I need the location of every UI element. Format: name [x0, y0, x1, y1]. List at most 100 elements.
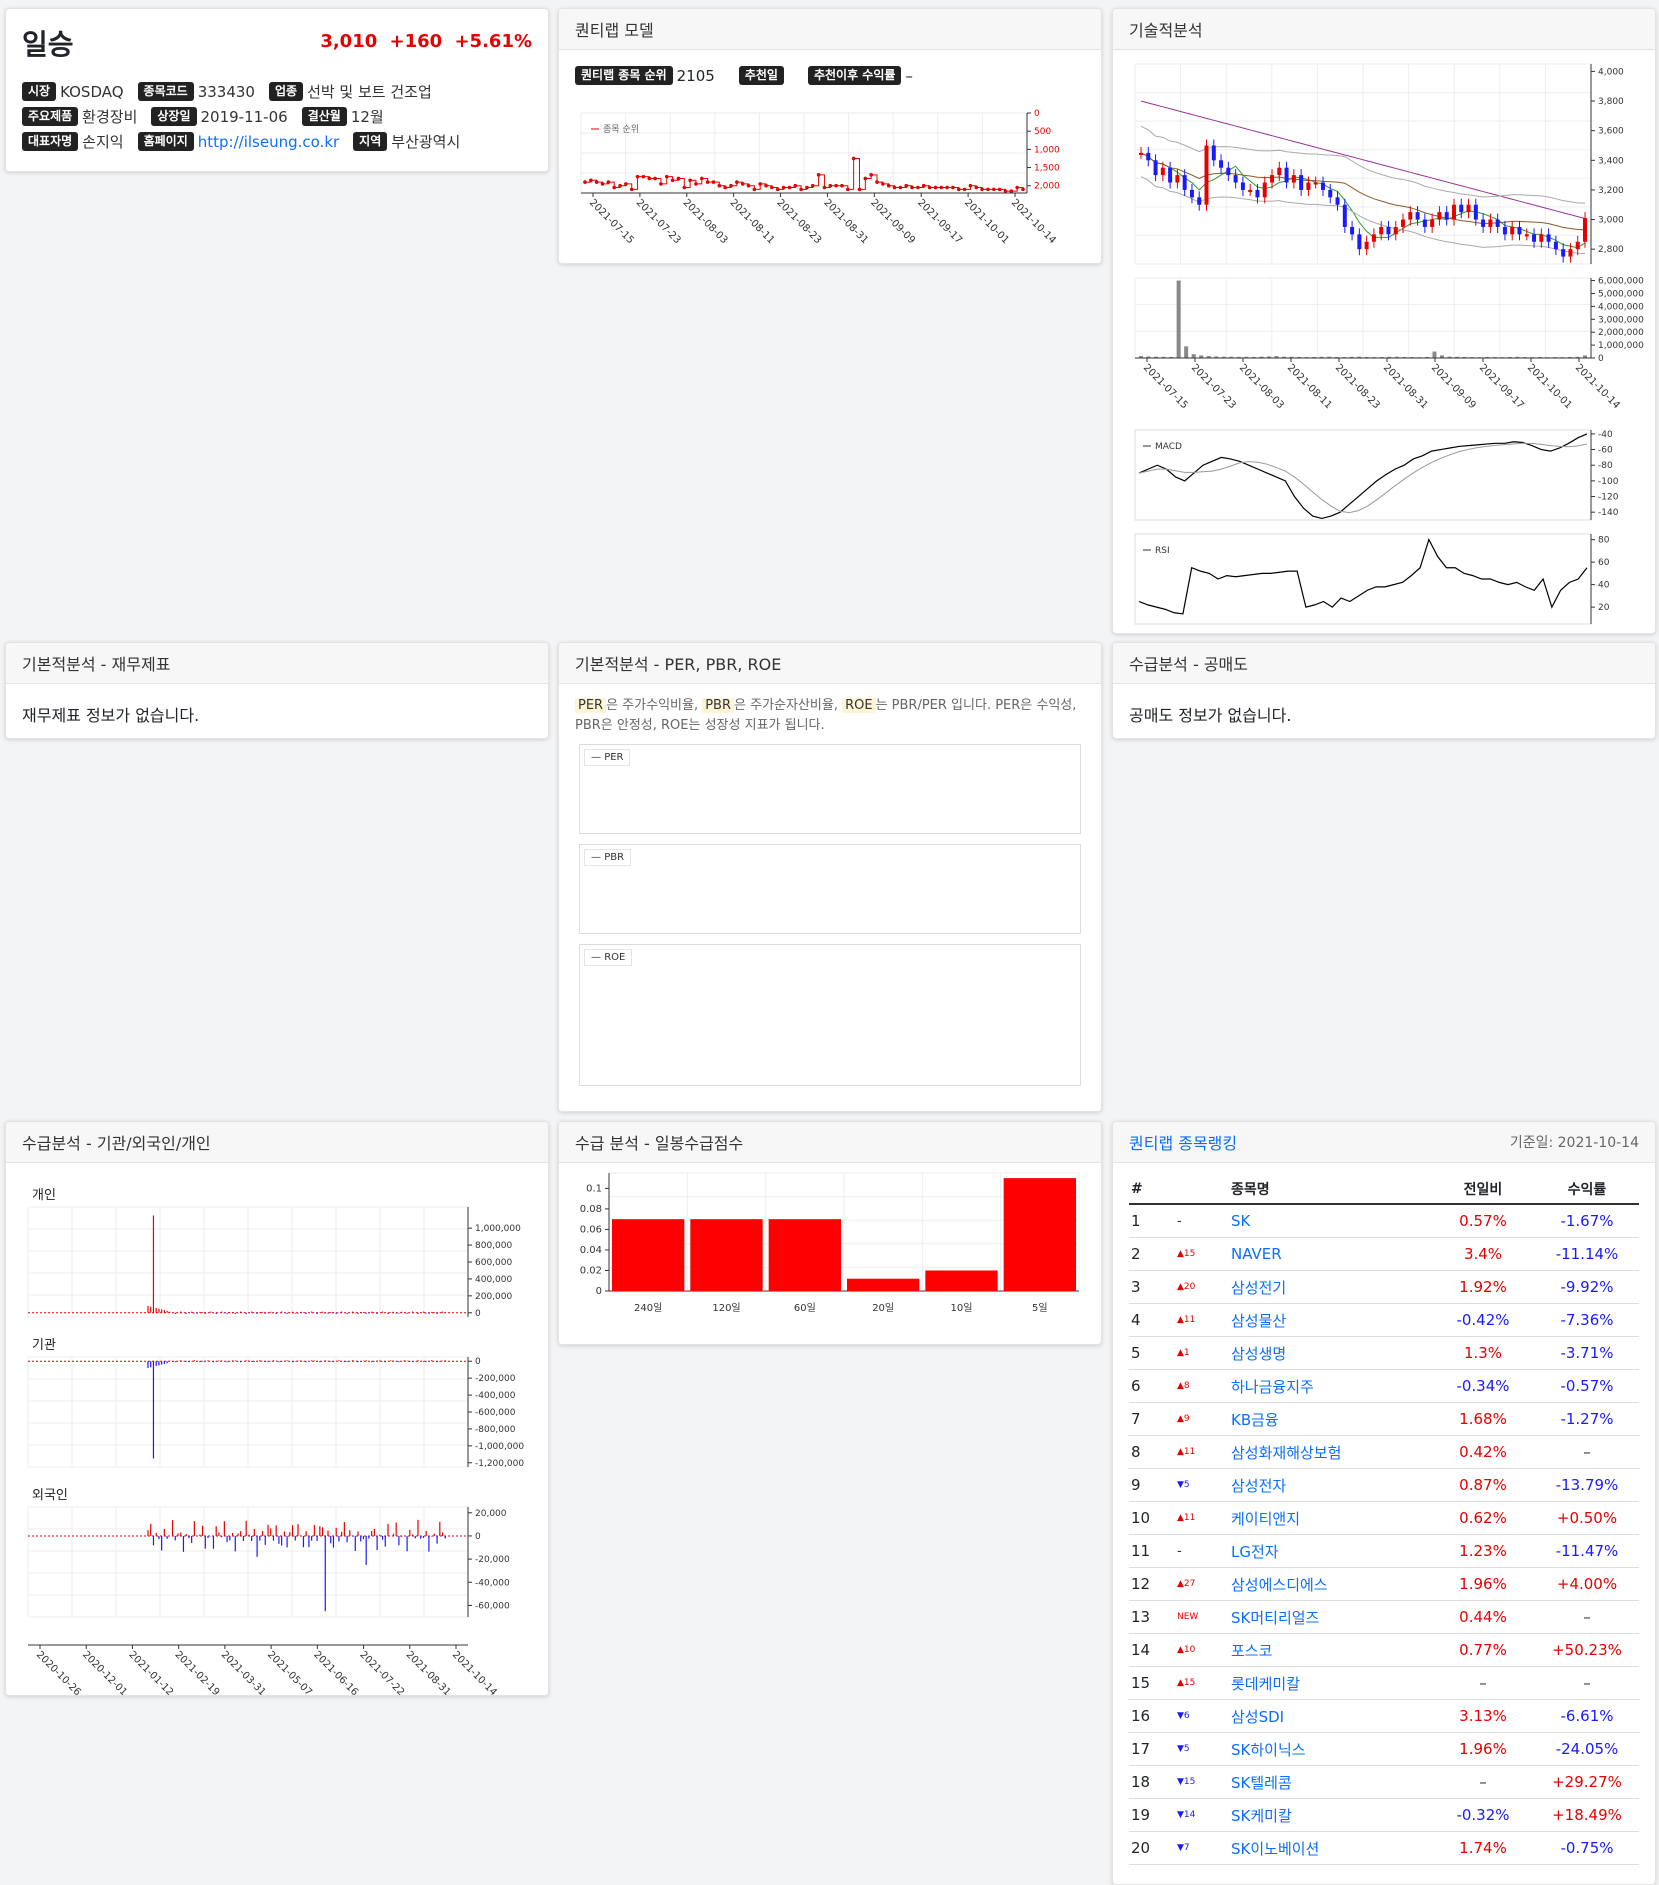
score-bar	[612, 1219, 685, 1291]
rank-movement: ▲8	[1175, 1369, 1229, 1403]
rank-stock-link[interactable]: SK	[1229, 1204, 1431, 1238]
x-tick-label: 2021-09-09	[868, 197, 917, 246]
y-tick-label: -40,000	[475, 1578, 510, 1588]
daily-score-chart: 0 0.02 0.04 0.06 0.08 0.1 240일 120일 60일 20일 10일 5일	[580, 1172, 1080, 1314]
candle	[1488, 219, 1493, 227]
ranking-row[interactable]: 2 ▲15 NAVER 3.4% -11.14%	[1129, 1237, 1639, 1271]
rank-stock-link[interactable]: 삼성물산	[1229, 1303, 1431, 1337]
rank-stock-link[interactable]: SK텔레콤	[1229, 1765, 1431, 1799]
candle	[1524, 234, 1529, 237]
ranking-row[interactable]: 9 ▼5 삼성전자 0.87% -13.79%	[1129, 1468, 1639, 1502]
y-tick-label: 2,800	[1598, 245, 1624, 255]
ranking-row[interactable]: 10 ▲11 케이티앤지 0.62% +0.50%	[1129, 1501, 1639, 1535]
ranking-row[interactable]: 11- LG전자 1.23% -11.47%	[1129, 1534, 1639, 1568]
card-header: 기본적분석 - 재무제표	[6, 643, 548, 684]
rank-point	[758, 182, 762, 186]
rank-badge: 퀀티랩 종목 순위	[575, 66, 673, 85]
info-label: 대표자명	[22, 132, 79, 151]
return-badge: 추천이후 수익률	[807, 66, 902, 85]
ranking-row[interactable]: 5 ▲1 삼성생명 1.3% -3.71%	[1129, 1336, 1639, 1370]
y-tick-label: 0.02	[580, 1265, 602, 1276]
info-value: 2019-11-06	[200, 107, 288, 126]
candle	[1430, 219, 1435, 227]
rank-point	[764, 183, 768, 188]
rank-stock-link[interactable]: 케이티앤지	[1229, 1501, 1431, 1535]
rank-stock-link[interactable]: SK이노베이션	[1229, 1831, 1431, 1865]
ranking-row[interactable]: 6 ▲8 하나금융지주 -0.34% -0.57%	[1129, 1369, 1639, 1403]
rank-point	[711, 180, 716, 184]
ranking-title[interactable]: 퀀티랩 종목랭킹	[1129, 1130, 1237, 1154]
rank-point	[653, 176, 657, 181]
y-tick-label: -60,000	[475, 1601, 510, 1611]
y-tick-label: -1,200,000	[475, 1459, 524, 1469]
ranking-row[interactable]: 15 ▲15 롯데케미칼 – –	[1129, 1666, 1639, 1700]
rank-stock-link[interactable]: 삼성에스디에스	[1229, 1567, 1431, 1601]
candle	[1466, 204, 1471, 213]
homepage-link[interactable]: http://ilseung.co.kr	[198, 133, 339, 151]
info-value: 12월	[350, 108, 384, 126]
x-tick-label: 2021-09-17	[1477, 362, 1526, 411]
rank-stock-link[interactable]: 삼성전기	[1229, 1270, 1431, 1304]
ranking-row[interactable]: 17 ▼5 SK하이닉스 1.96% -24.05%	[1129, 1732, 1639, 1766]
ratio-panels: — PER — PBR — ROE	[559, 744, 1101, 1086]
ranking-row[interactable]: 8 ▲11 삼성화재해상보험 0.42% –	[1129, 1435, 1639, 1469]
rank-stock-link[interactable]: 포스코	[1229, 1633, 1431, 1667]
x-tick-label: 2021-08-31	[1381, 362, 1430, 411]
rank-daily-change: 0.42%	[1431, 1435, 1535, 1469]
candle	[1408, 212, 1413, 220]
rank-point	[729, 183, 733, 188]
rank-stock-link[interactable]: SK하이닉스	[1229, 1732, 1431, 1766]
rank-stock-link[interactable]: SK케미칼	[1229, 1798, 1431, 1832]
y-tick-label: -140	[1598, 508, 1619, 518]
rank-stock-link[interactable]: 하나금융지주	[1229, 1369, 1431, 1403]
y-tick-label: -80	[1598, 461, 1613, 471]
ranking-row[interactable]: 20 ▼7 SK이노베이션 1.74% -0.75%	[1129, 1831, 1639, 1865]
x-tick-label: 2021-10-14	[450, 1649, 499, 1696]
y-tick-label: 2,000,000	[1598, 328, 1644, 338]
rank-chart: 05001,0001,5002,000종목 순위2021-07-152021-0…	[580, 109, 1060, 246]
ranking-row[interactable]: 14 ▲10 포스코 0.77% +50.23%	[1129, 1633, 1639, 1667]
ranking-row[interactable]: 16 ▼6 삼성SDI 3.13% -6.61%	[1129, 1699, 1639, 1733]
ranking-row[interactable]: 12 ▲27 삼성에스디에스 1.96% +4.00%	[1129, 1567, 1639, 1601]
candle	[1299, 175, 1304, 190]
candle	[1459, 204, 1464, 213]
candle	[1481, 219, 1486, 227]
rank-stock-link[interactable]: 롯데케미칼	[1229, 1666, 1431, 1700]
y-tick-label: 3,000	[1598, 216, 1624, 226]
y-tick-label: 0	[475, 1309, 481, 1319]
candle	[1546, 234, 1551, 242]
quantilab-model-card: 퀀티랩 모델 퀀티랩 종목 순위 2105 추천일 추천이후 수익률 – 0 50…	[558, 8, 1102, 264]
return-value: –	[905, 66, 913, 85]
ranking-row[interactable]: 19 ▼14 SK케미칼 -0.32% +18.49%	[1129, 1798, 1639, 1832]
y-tick-label: 4,000	[1598, 67, 1624, 77]
candle	[1146, 152, 1151, 161]
rank-stock-link[interactable]: 삼성화재해상보험	[1229, 1435, 1431, 1469]
candle	[1393, 226, 1398, 235]
rank-point	[945, 185, 949, 190]
rank-stock-link[interactable]: 삼성생명	[1229, 1336, 1431, 1370]
x-tick-label: 2021-03-31	[219, 1649, 268, 1696]
ratio-term: ROE	[842, 698, 876, 713]
ranking-row[interactable]: 3 ▲20 삼성전기 1.92% -9.92%	[1129, 1270, 1639, 1304]
rank-stock-link[interactable]: 삼성SDI	[1229, 1699, 1431, 1733]
rank-stock-link[interactable]: NAVER	[1229, 1237, 1431, 1271]
ranking-row[interactable]: 7 ▲9 KB금융 1.68% -1.27%	[1129, 1402, 1639, 1436]
rank-point	[810, 183, 815, 188]
rank-point	[834, 183, 838, 188]
rank-movement: ▼7	[1175, 1831, 1229, 1865]
investor-chart: 개인 0 200,000 400,000 600,000 800,000 1,000,000…	[27, 1188, 524, 1696]
rank-stock-link[interactable]: SK머티리얼즈	[1229, 1600, 1431, 1634]
candle	[1401, 219, 1406, 227]
rank-stock-link[interactable]: LG전자	[1229, 1534, 1431, 1568]
x-tick-label: 10일	[951, 1302, 973, 1314]
ranking-row[interactable]: 1- SK 0.57% -1.67%	[1129, 1204, 1639, 1238]
rank-stock-link[interactable]: KB금융	[1229, 1402, 1431, 1436]
rank-point	[968, 183, 973, 188]
ranking-row[interactable]: 13 NEW SK머티리얼즈 0.44% –	[1129, 1600, 1639, 1634]
ranking-row[interactable]: 4 ▲11 삼성물산 -0.42% -7.36%	[1129, 1303, 1639, 1337]
ranking-row[interactable]: 18 ▼15 SK텔레콤 – +29.27%	[1129, 1765, 1639, 1799]
info-item: 업종 선박 및 보트 건조업	[268, 81, 432, 102]
ranking-table: # 종목명 전일비 수익률 1- SK 0.57% -1.67% 2 ▲15 NAVER 3.4% -…	[1129, 1175, 1639, 1865]
rank-return: -0.57%	[1535, 1369, 1639, 1403]
rank-stock-link[interactable]: 삼성전자	[1229, 1468, 1431, 1502]
